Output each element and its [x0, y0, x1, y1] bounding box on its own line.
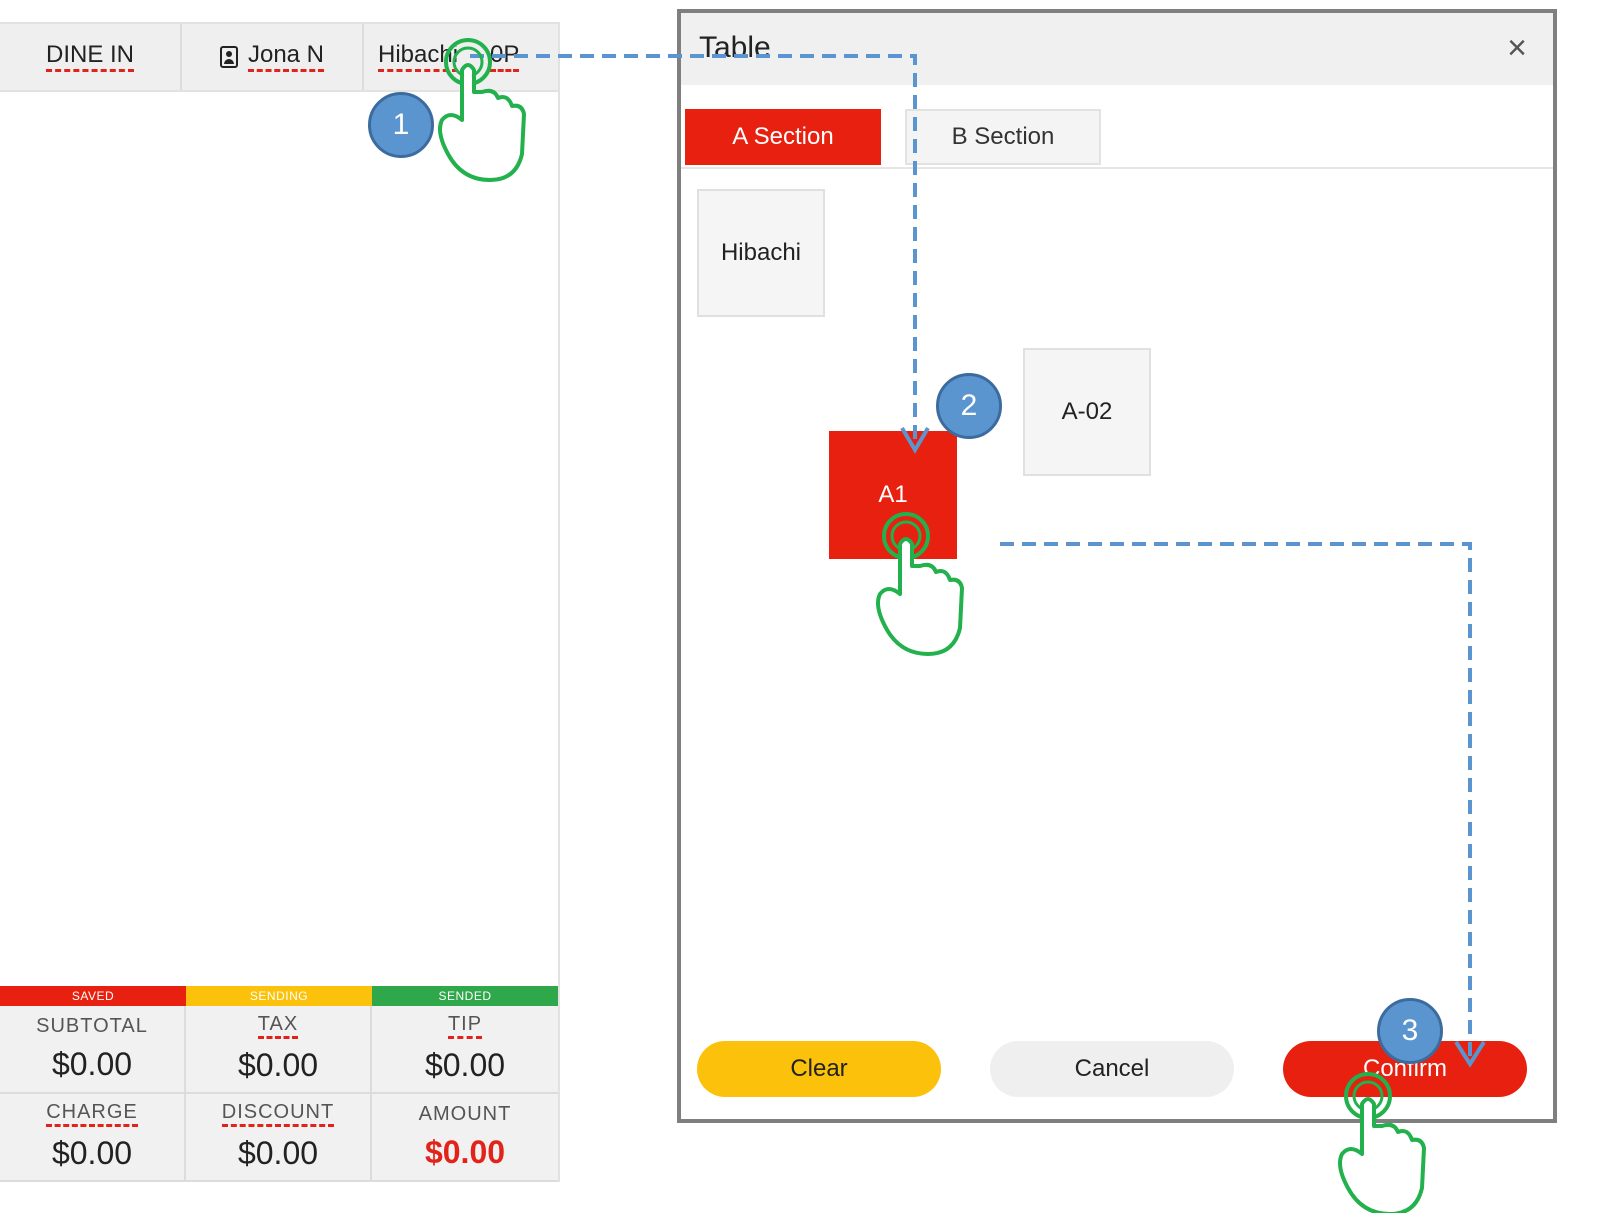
- status-sending: SENDING: [186, 986, 372, 1006]
- contact-card-icon: [219, 46, 238, 68]
- step-badge-2: 2: [936, 373, 1002, 439]
- status-sended: SENDED: [372, 986, 558, 1006]
- step-badge-1: 1: [368, 92, 434, 158]
- tax-cell[interactable]: TAX $0.00: [186, 1006, 372, 1094]
- discount-cell[interactable]: DISCOUNT $0.00: [186, 1094, 372, 1182]
- tab-b-section[interactable]: B Section: [905, 109, 1101, 165]
- charge-cell[interactable]: CHARGE $0.00: [0, 1094, 186, 1182]
- status-saved: SAVED: [0, 986, 186, 1006]
- table-a1[interactable]: A1: [829, 431, 957, 559]
- cancel-button[interactable]: Cancel: [990, 1041, 1234, 1097]
- close-icon[interactable]: ×: [1507, 29, 1527, 68]
- discount-value: $0.00: [237, 1135, 319, 1171]
- charge-label: CHARGE: [46, 1102, 138, 1127]
- table-dialog: Table × A Section B Section Hibachi A-02…: [677, 9, 1557, 1123]
- order-panel: DINE IN Jona N Hibachi 0P SAVED SENDING …: [0, 22, 560, 1182]
- subtotal-label: SUBTOTAL: [36, 1015, 148, 1037]
- tax-value: $0.00: [237, 1047, 319, 1083]
- tab-a-section[interactable]: A Section: [685, 109, 881, 165]
- amount-label: AMOUNT: [418, 1103, 512, 1125]
- tax-label: TAX: [257, 1014, 299, 1039]
- table-name: Hibachi: [378, 42, 459, 72]
- discount-label: DISCOUNT: [221, 1102, 335, 1127]
- tip-value: $0.00: [424, 1047, 506, 1083]
- order-totals: SUBTOTAL $0.00 TAX $0.00 TIP $0.00 CHARG…: [0, 1006, 558, 1182]
- order-status-bar: SAVED SENDING SENDED: [0, 986, 558, 1006]
- customer-tab[interactable]: Jona N: [182, 24, 364, 90]
- step-badge-3: 3: [1377, 998, 1443, 1064]
- subtotal-cell: SUBTOTAL $0.00: [0, 1006, 186, 1094]
- dialog-title: Table: [699, 31, 771, 64]
- dine-in-tab[interactable]: DINE IN: [0, 24, 182, 90]
- table-hibachi[interactable]: Hibachi: [697, 189, 825, 317]
- customer-name: Jona N: [247, 42, 325, 72]
- amount-cell: AMOUNT $0.00: [372, 1094, 558, 1182]
- dine-in-label: DINE IN: [45, 42, 134, 72]
- table-a-02[interactable]: A-02: [1023, 348, 1151, 476]
- guest-count: 0P: [490, 42, 520, 72]
- clear-button[interactable]: Clear: [697, 1041, 941, 1097]
- section-tabs: A Section B Section: [681, 109, 1553, 169]
- subtotal-value: $0.00: [51, 1046, 133, 1082]
- charge-value: $0.00: [51, 1135, 133, 1171]
- table-tab[interactable]: Hibachi 0P: [364, 24, 558, 90]
- tip-cell[interactable]: TIP $0.00: [372, 1006, 558, 1094]
- order-header-tabs: DINE IN Jona N Hibachi 0P: [0, 24, 558, 92]
- tip-label: TIP: [447, 1014, 483, 1039]
- dialog-header: Table ×: [681, 13, 1553, 85]
- amount-value: $0.00: [424, 1134, 506, 1170]
